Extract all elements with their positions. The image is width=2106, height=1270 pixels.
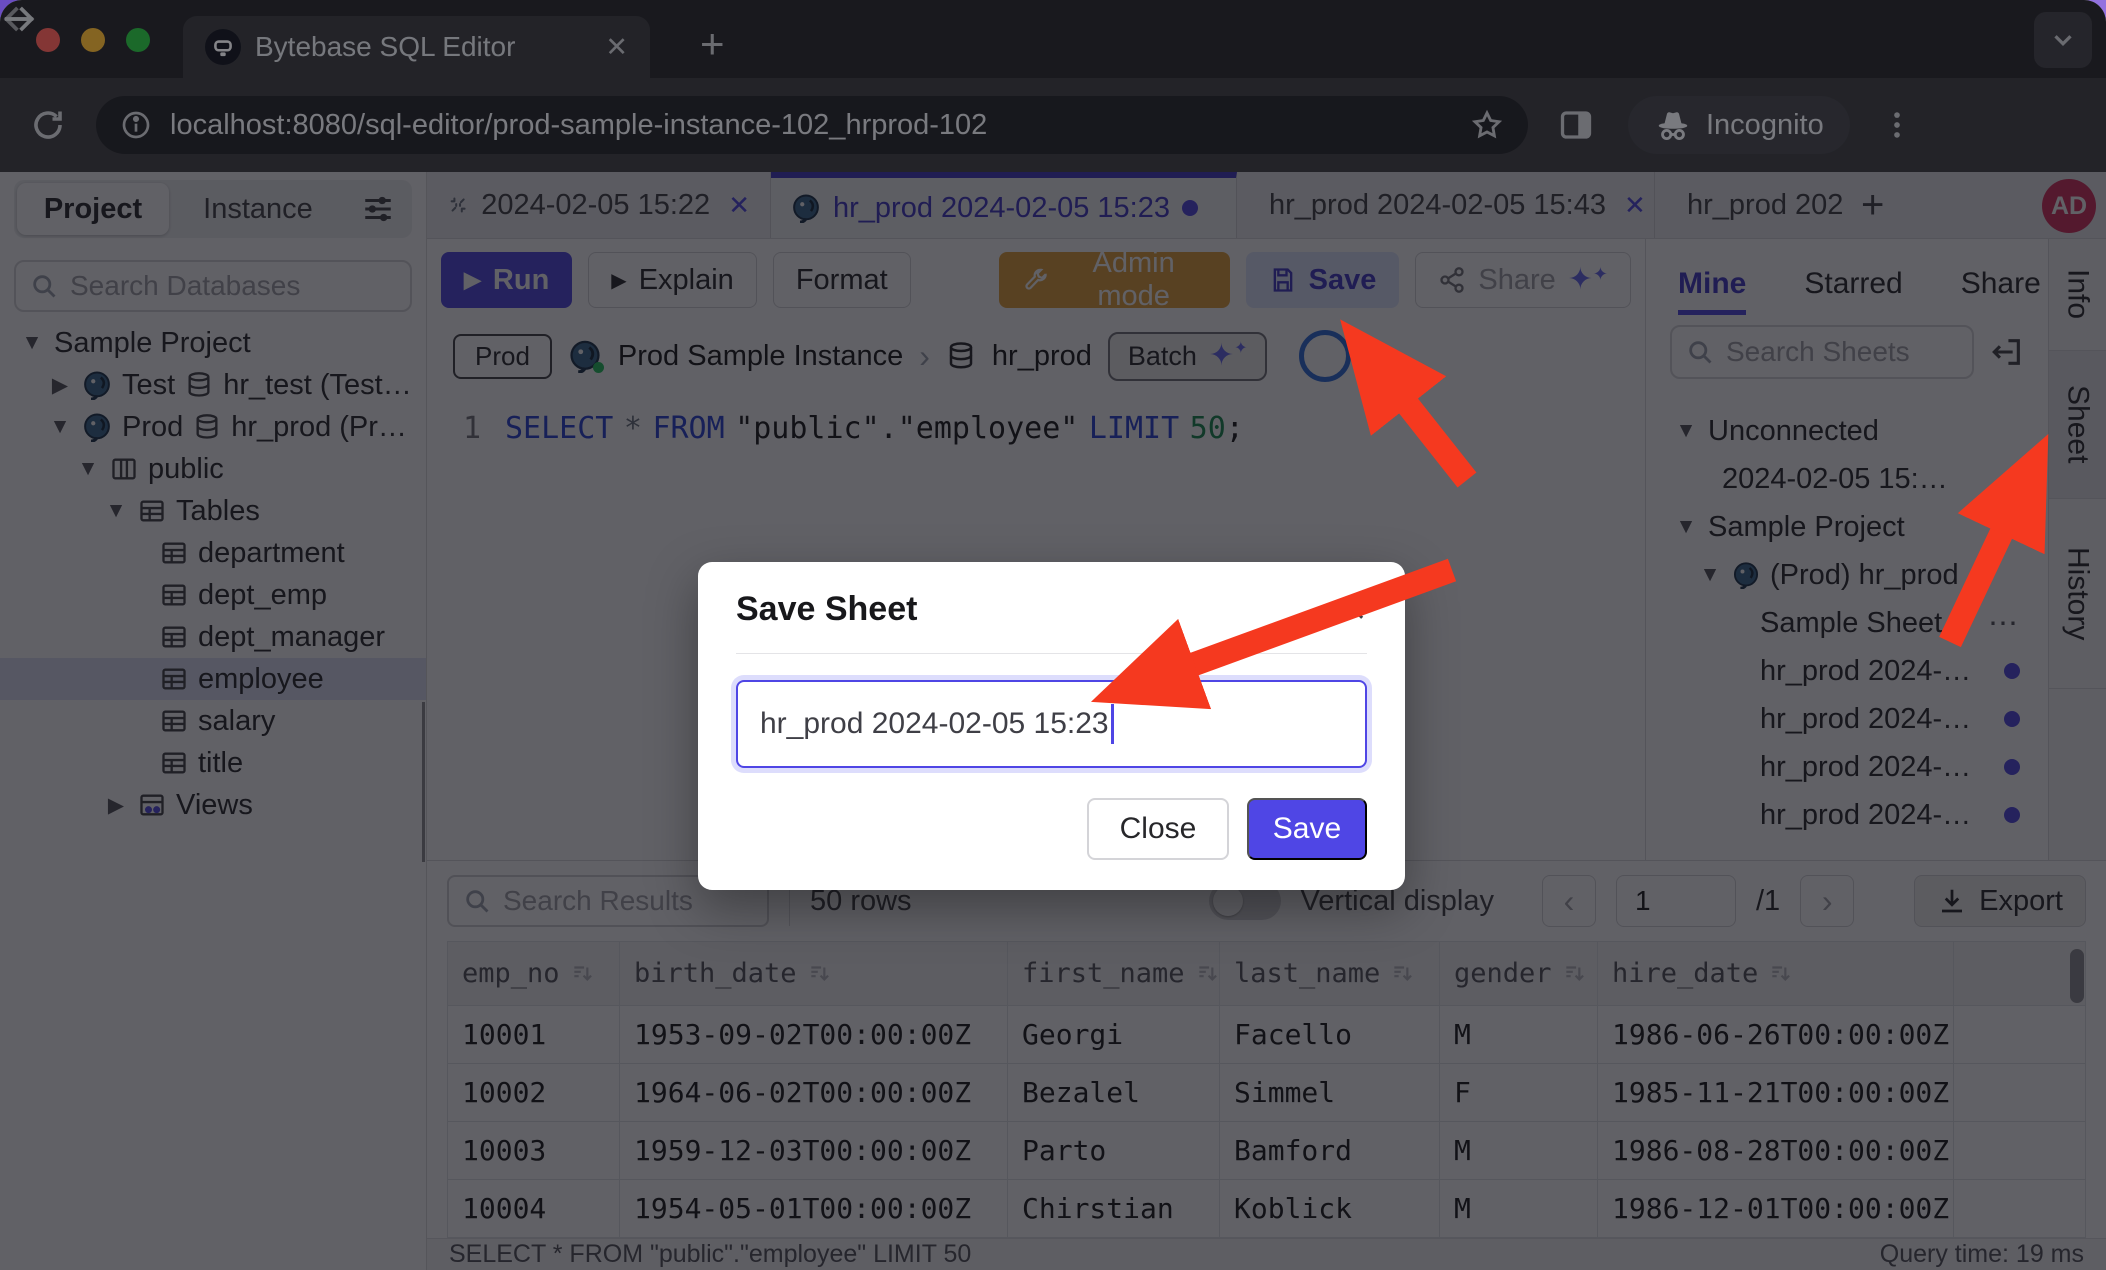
modal-divider	[736, 653, 1367, 654]
save-sheet-modal: Save Sheet ✕ hr_prod 2024-02-05 15:23 Cl…	[698, 562, 1405, 890]
modal-close-button[interactable]: Close	[1087, 798, 1229, 860]
text-cursor	[1111, 704, 1114, 744]
sheet-name-input[interactable]: hr_prod 2024-02-05 15:23	[736, 680, 1367, 768]
browser-navbar: localhost:8080/sql-editor/prod-sample-in…	[0, 78, 2106, 172]
bytebase-page: Project Instance Search Databases ▼ Samp…	[0, 172, 2106, 1270]
modal-save-button[interactable]: Save	[1247, 798, 1367, 860]
sheet-name-value: hr_prod 2024-02-05 15:23	[760, 707, 1109, 741]
modal-title: Save Sheet	[736, 590, 917, 629]
browser-window: Bytebase SQL Editor ✕ + localhost:8080/s…	[0, 0, 2106, 1270]
modal-close-icon[interactable]: ✕	[1342, 594, 1367, 629]
